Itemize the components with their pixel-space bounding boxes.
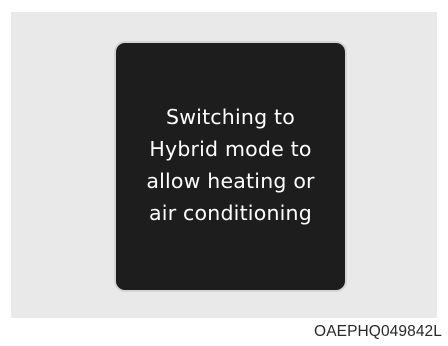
cluster-display-screen: Switching to Hybrid mode to allow heatin… bbox=[116, 43, 345, 290]
display-message: Switching to Hybrid mode to allow heatin… bbox=[146, 104, 315, 225]
image-code-label: OAEPHQ049842L bbox=[314, 323, 442, 340]
